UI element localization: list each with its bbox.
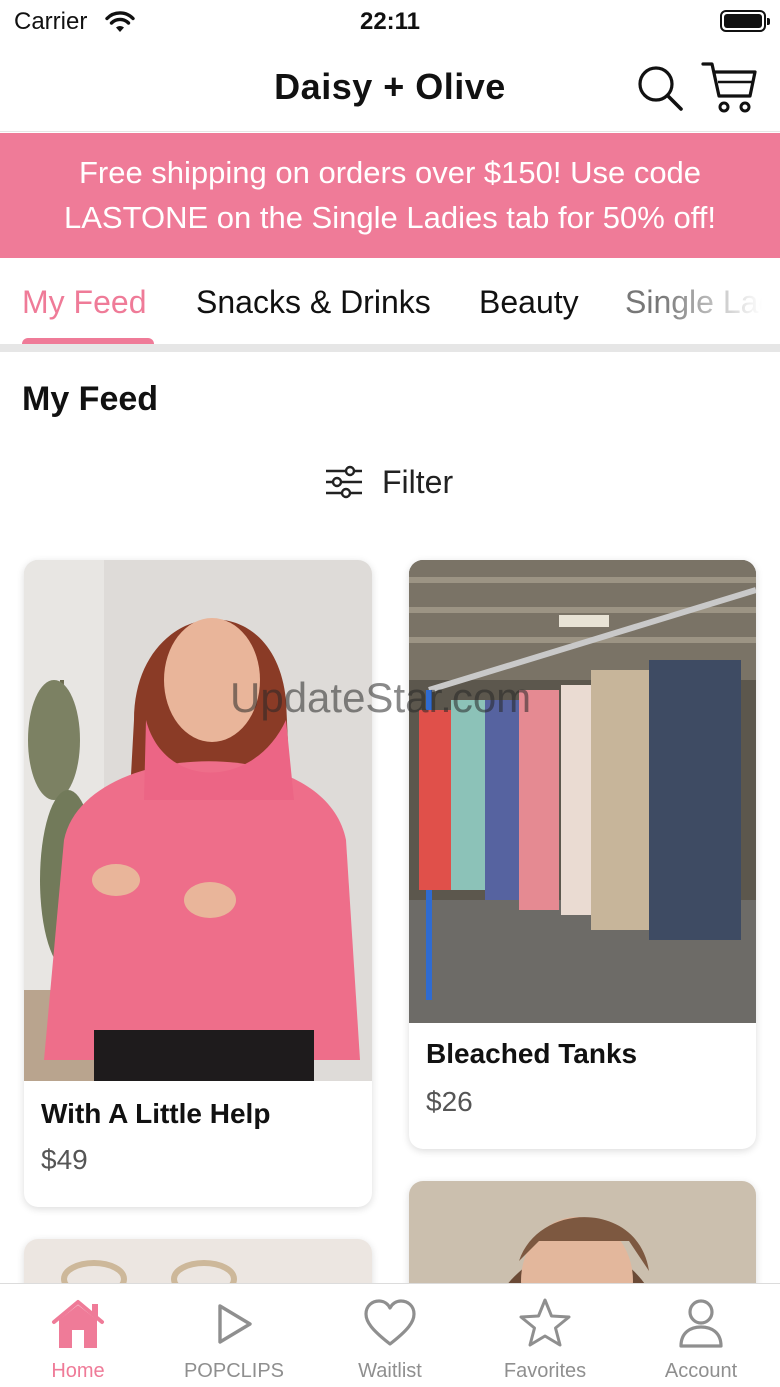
user-icon — [679, 1299, 723, 1348]
app-header: Daisy + Olive — [0, 44, 780, 132]
product-image — [24, 560, 372, 1081]
filter-icon — [326, 465, 362, 499]
nav-label: Waitlist — [358, 1360, 422, 1382]
product-name: Bleached Tanks — [426, 1038, 638, 1069]
play-icon — [218, 1304, 252, 1344]
nav-popclips[interactable]: POPCLIPS — [156, 1284, 312, 1387]
nav-label: POPCLIPS — [183, 1360, 285, 1382]
battery-icon — [720, 10, 770, 32]
nav-home[interactable]: Home — [0, 1284, 156, 1387]
filter-label: Filter — [382, 463, 454, 500]
tab-single-ladies[interactable]: Single Ladies — [625, 284, 780, 321]
cart-icon[interactable] — [700, 58, 760, 116]
nav-label: Home — [51, 1360, 105, 1382]
nav-label: Account — [664, 1360, 738, 1382]
clock: 22:11 — [359, 8, 421, 35]
filter-button[interactable]: Filter — [324, 458, 453, 506]
product-image — [409, 560, 756, 1023]
promo-banner[interactable]: Free shipping on orders over $150! Use c… — [0, 133, 780, 258]
product-card[interactable]: With A Little Help $49 — [24, 560, 372, 1207]
nav-label: Favorites — [503, 1360, 587, 1382]
tab-snacks-drinks[interactable]: Snacks & Drinks — [196, 284, 431, 321]
star-icon — [519, 1298, 571, 1347]
promo-line-2: LASTONE on the Single Ladies tab for 50%… — [64, 200, 716, 235]
heart-icon — [364, 1299, 416, 1346]
tab-beauty[interactable]: Beauty — [479, 284, 579, 321]
search-icon[interactable] — [634, 62, 686, 114]
product-price: $49 — [41, 1144, 88, 1175]
nav-waitlist[interactable]: Waitlist — [312, 1284, 468, 1387]
status-bar: Carrier 22:11 — [0, 0, 780, 44]
product-name: With A Little Help — [41, 1098, 271, 1129]
category-tabs: My Feed Snacks & Drinks Beauty Single La… — [0, 258, 780, 352]
tab-my-feed[interactable]: My Feed — [22, 284, 146, 321]
active-tab-indicator — [22, 338, 154, 344]
nav-account[interactable]: Account — [623, 1284, 779, 1387]
nav-favorites[interactable]: Favorites — [467, 1284, 623, 1387]
product-price: $26 — [426, 1086, 473, 1117]
promo-line-1: Free shipping on orders over $150! Use c… — [78, 155, 702, 190]
bottom-nav: Home POPCLIPS Waitlist Favorites Account — [0, 1283, 780, 1387]
home-icon — [52, 1300, 104, 1348]
product-card[interactable]: Bleached Tanks $26 — [409, 560, 756, 1149]
feed-title: My Feed — [22, 380, 159, 418]
